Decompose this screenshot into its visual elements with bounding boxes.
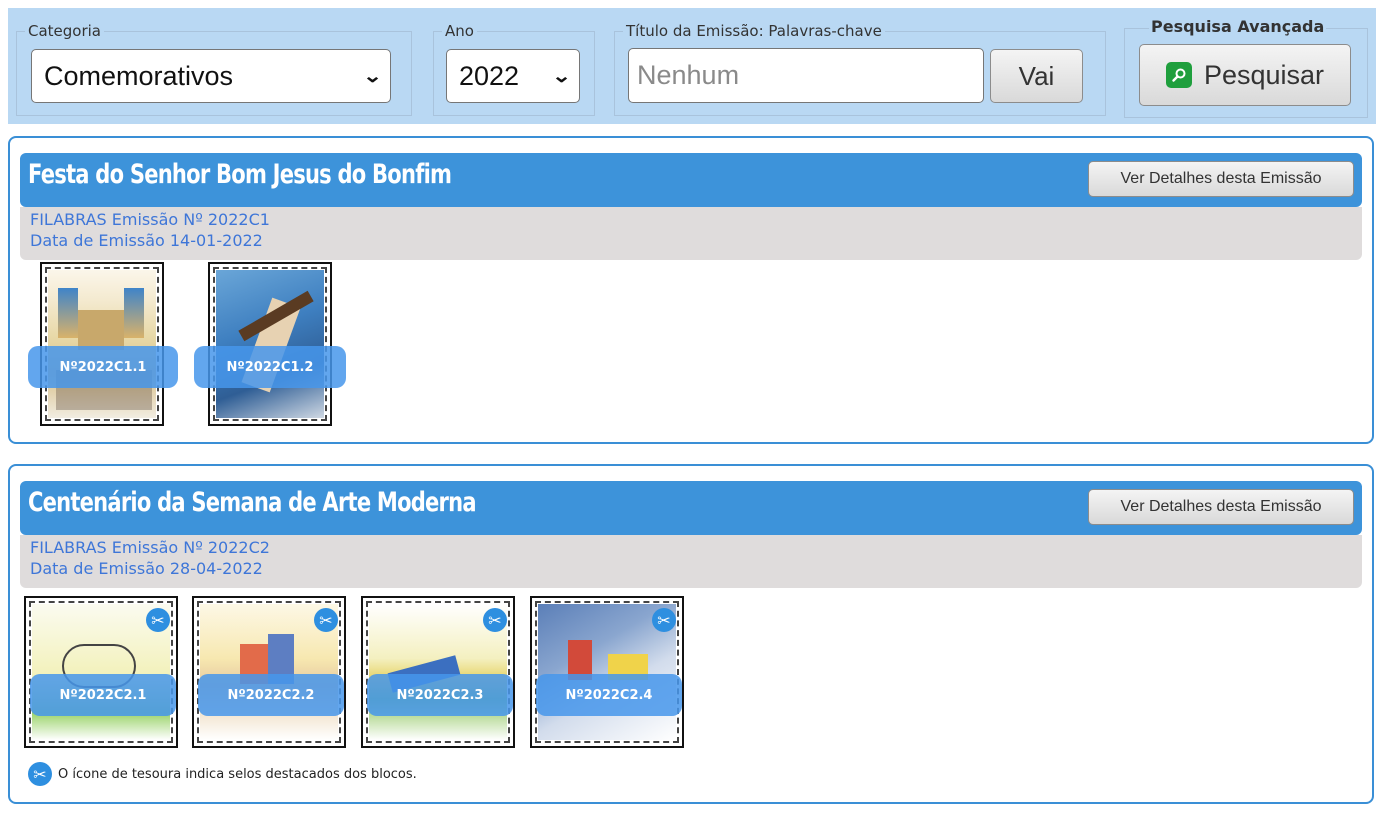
emission-info: FILABRAS Emissão Nº 2022C1 Data de Emiss…	[20, 207, 1362, 260]
view-details-label: Ver Detalhes desta Emissão	[1120, 498, 1322, 515]
scissors-note: ✂ O ícone de tesoura indica selos destac…	[28, 762, 417, 786]
stamp-thumbnail[interactable]: ✂ Nº2022C2.4	[530, 596, 684, 748]
category-selected-value: Comemorativos	[44, 60, 234, 91]
scissors-icon: ✂	[146, 608, 170, 632]
stamp-thumbnail[interactable]: ✂ Nº2022C2.1	[24, 596, 178, 748]
stamp-code: Nº2022C1.1	[28, 346, 178, 388]
advanced-search-legend: Pesquisa Avançada	[1149, 17, 1327, 36]
emission-header: Festa do Senhor Bom Jesus do Bonfim Ver …	[20, 153, 1362, 207]
stamp-thumbnail[interactable]: Nº2022C1.1	[28, 262, 178, 426]
emission-header: Centenário da Semana de Arte Moderna Ver…	[20, 481, 1362, 535]
emission-number: FILABRAS Emissão Nº 2022C2	[30, 538, 270, 557]
emission-date: Data de Emissão 14-01-2022	[30, 231, 263, 250]
emission-date: Data de Emissão 28-04-2022	[30, 559, 263, 578]
emission-panel: Centenário da Semana de Arte Moderna Ver…	[8, 464, 1374, 804]
scissors-icon: ✂	[314, 608, 338, 632]
go-button[interactable]: Vai	[990, 49, 1083, 103]
advanced-search-button[interactable]: Pesquisar	[1139, 44, 1351, 106]
scissors-icon: ✂	[652, 608, 676, 632]
stamp-code: Nº2022C2.1	[30, 674, 176, 716]
stamp-image	[48, 270, 156, 418]
scissors-icon: ✂	[483, 608, 507, 632]
category-select[interactable]: Comemorativos ⌄	[31, 49, 391, 103]
stamp-code: Nº2022C2.4	[536, 674, 682, 716]
advanced-search-button-label: Pesquisar	[1203, 59, 1325, 90]
chevron-down-icon: ⌄	[551, 65, 572, 86]
year-select[interactable]: 2022 ⌄	[446, 49, 580, 103]
year-selected-value: 2022	[459, 60, 520, 91]
title-search-legend: Título da Emissão: Palavras-chave	[626, 22, 882, 40]
stamp-thumbnail[interactable]: ✂ Nº2022C2.3	[361, 596, 515, 748]
emission-number: FILABRAS Emissão Nº 2022C1	[30, 210, 270, 229]
stamp-thumbnail[interactable]: ✂ Nº2022C2.2	[192, 596, 346, 748]
emission-title: Festa do Senhor Bom Jesus do Bonfim	[28, 159, 452, 190]
stamp-thumbnail[interactable]: Nº2022C1.2	[194, 262, 346, 426]
scissors-note-text: O ícone de tesoura indica selos destacad…	[58, 766, 417, 782]
go-button-label: Vai	[1018, 60, 1055, 91]
stamp-code: Nº2022C2.2	[198, 674, 344, 716]
emission-title: Centenário da Semana de Arte Moderna	[28, 487, 477, 518]
view-details-label: Ver Detalhes desta Emissão	[1120, 170, 1322, 187]
emission-panel: Festa do Senhor Bom Jesus do Bonfim Ver …	[8, 136, 1374, 444]
scissors-icon: ✂	[28, 762, 52, 786]
year-legend: Ano	[445, 22, 474, 40]
stamp-code: Nº2022C1.2	[194, 346, 346, 388]
title-search-input[interactable]	[628, 48, 984, 103]
search-icon	[1165, 62, 1192, 88]
category-legend: Categoria	[28, 22, 102, 40]
chevron-down-icon: ⌄	[362, 65, 383, 86]
view-details-button[interactable]: Ver Detalhes desta Emissão	[1088, 161, 1354, 197]
stamp-image	[216, 270, 324, 418]
view-details-button[interactable]: Ver Detalhes desta Emissão	[1088, 489, 1354, 525]
emission-info: FILABRAS Emissão Nº 2022C2 Data de Emiss…	[20, 535, 1362, 588]
stamp-code: Nº2022C2.3	[367, 674, 513, 716]
